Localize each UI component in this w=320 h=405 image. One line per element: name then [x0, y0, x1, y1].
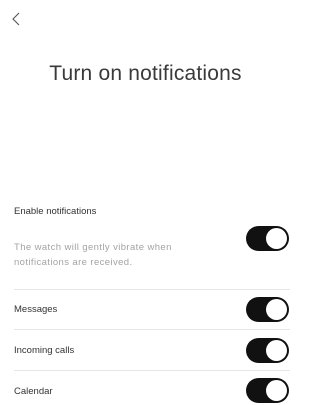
calendar-toggle[interactable] — [246, 378, 289, 403]
incoming-calls-toggle[interactable] — [246, 338, 289, 363]
incoming-calls-label: Incoming calls — [14, 345, 75, 356]
enable-notifications-description: The watch will gently vibrate when notif… — [14, 242, 172, 268]
toggle-knob — [266, 228, 287, 249]
back-button[interactable] — [9, 10, 23, 28]
divider — [14, 370, 290, 371]
chevron-left-icon — [12, 12, 20, 26]
messages-toggle[interactable] — [246, 297, 289, 322]
divider — [14, 289, 290, 290]
toggle-knob — [266, 299, 287, 320]
divider — [14, 329, 290, 330]
toggle-knob — [266, 380, 287, 401]
messages-label: Messages — [14, 304, 58, 315]
toggle-knob — [266, 340, 287, 361]
enable-notifications-label: Enable notifications — [14, 206, 97, 217]
enable-notifications-toggle[interactable] — [246, 226, 289, 251]
calendar-label: Calendar — [14, 386, 53, 397]
page-title: Turn on notifications — [49, 62, 242, 85]
